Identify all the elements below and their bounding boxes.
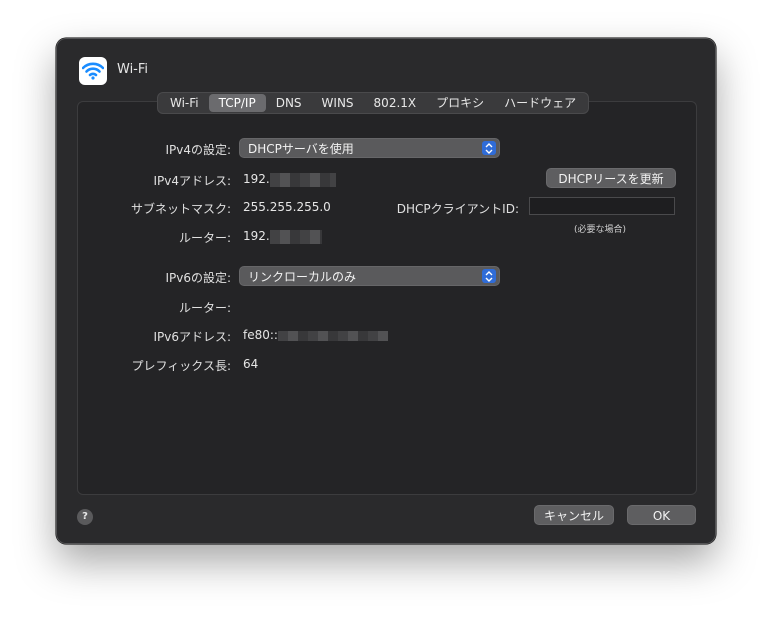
tab-hardware[interactable]: ハードウェア — [494, 94, 586, 112]
tab-tcpip[interactable]: TCP/IP — [208, 94, 266, 112]
redacted-blur — [277, 330, 388, 341]
tab-dns[interactable]: DNS — [266, 94, 312, 112]
tcpip-panel — [77, 101, 697, 495]
wifi-icon — [79, 57, 107, 85]
redacted-blur — [269, 229, 322, 244]
chevron-updown-icon — [482, 269, 496, 283]
prefix-length-value: 64 — [243, 357, 259, 371]
ipv4-config-select[interactable]: DHCPサーバを使用 — [239, 138, 500, 158]
dhcp-client-id-label: DHCPクライアントID: — [396, 202, 519, 216]
ipv6-config-value: リンクローカルのみ — [248, 270, 357, 284]
wifi-settings-window: Wi-Fi Wi-Fi TCP/IP DNS WINS 802.1X プロキシ … — [56, 38, 716, 544]
subnet-mask-label: サブネットマスク: — [130, 202, 231, 216]
cancel-button[interactable]: キャンセル — [534, 505, 614, 525]
dhcp-client-id-hint: (必要な場合) — [574, 225, 627, 235]
renew-dhcp-lease-button[interactable]: DHCPリースを更新 — [546, 168, 676, 188]
tab-proxy[interactable]: プロキシ — [426, 94, 494, 112]
subnet-mask-value: 255.255.255.0 — [243, 200, 331, 214]
ipv4-address-label: IPv4アドレス: — [153, 174, 231, 188]
chevron-updown-icon — [482, 141, 496, 155]
tab-bar: Wi-Fi TCP/IP DNS WINS 802.1X プロキシ ハードウェア — [157, 92, 590, 114]
ipv6-router-label: ルーター: — [178, 301, 231, 315]
prefix-length-label: プレフィックス長: — [131, 359, 231, 373]
help-button[interactable]: ? — [77, 509, 93, 525]
ipv4-router-value: 192. — [243, 229, 322, 244]
ipv4-address-value: 192. — [243, 172, 336, 187]
ipv4-config-label: IPv4の設定: — [165, 143, 231, 157]
tab-wifi[interactable]: Wi-Fi — [160, 94, 209, 112]
redacted-blur — [269, 172, 336, 187]
window-title: Wi-Fi — [117, 62, 149, 77]
ipv6-address-value: fe80:: — [243, 328, 388, 342]
ok-button[interactable]: OK — [627, 505, 696, 525]
ipv6-config-label: IPv6の設定: — [165, 271, 231, 285]
tab-wins[interactable]: WINS — [312, 94, 364, 112]
ipv4-config-value: DHCPサーバを使用 — [248, 142, 354, 156]
ipv4-router-label: ルーター: — [178, 231, 231, 245]
tab-8021x[interactable]: 802.1X — [364, 94, 427, 112]
ipv6-address-label: IPv6アドレス: — [153, 330, 231, 344]
ipv6-config-select[interactable]: リンクローカルのみ — [239, 266, 500, 286]
dhcp-client-id-field[interactable] — [529, 197, 675, 215]
